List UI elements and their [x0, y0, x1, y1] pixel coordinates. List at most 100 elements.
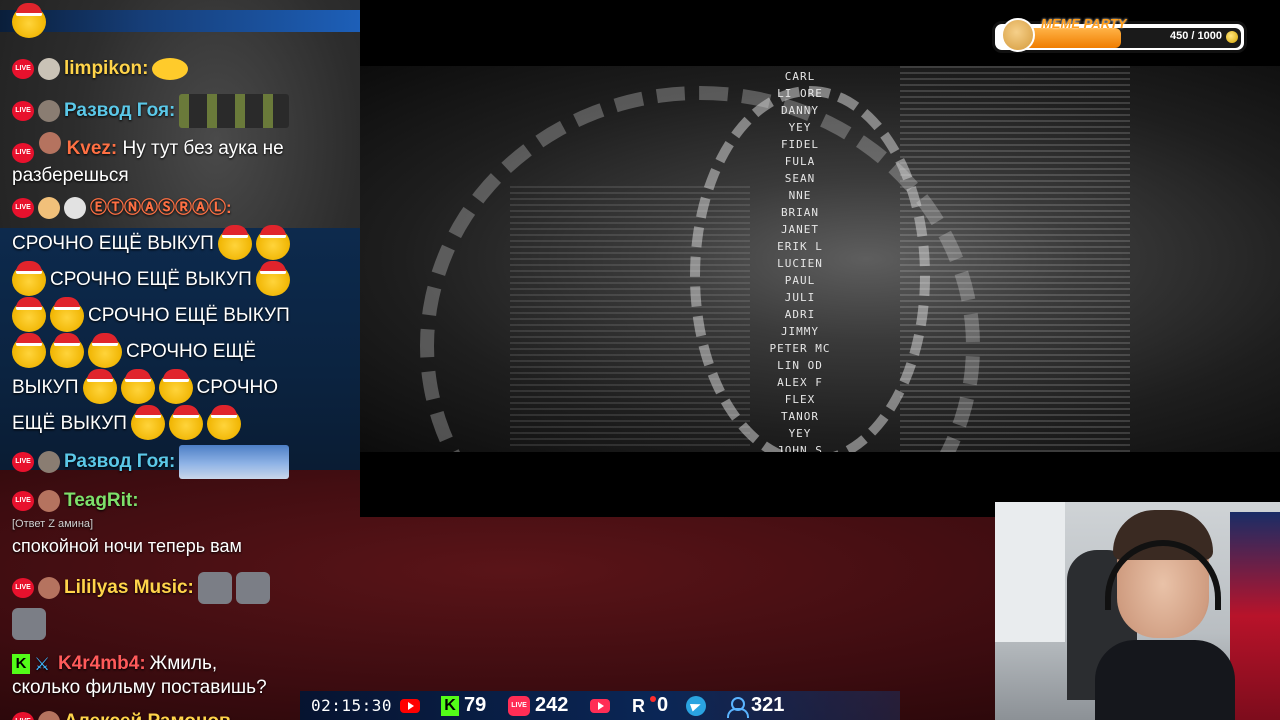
credit-line: PAUL: [784, 274, 816, 287]
laugh-emote: [152, 58, 189, 80]
rat-emote: [235, 572, 270, 604]
credit-line: LIN OD: [777, 359, 823, 372]
chat-username[interactable]: TeagRit:: [64, 483, 139, 519]
live-badge-icon: LIVE: [12, 143, 34, 163]
image-emote: [179, 445, 290, 479]
avatar: [38, 58, 60, 80]
credit-line: CARL: [784, 70, 816, 83]
streamer: [1095, 510, 1235, 720]
chat-message: LIVE ⒺⓉⓃⒶⓈⓇⒶⓁ: СРОЧНО ЕЩЁ ВЫКУП СРОЧНО Е…: [12, 190, 352, 442]
meme-party-title: MEME PARTY: [1041, 16, 1127, 31]
sword-icon: ⚔: [34, 654, 51, 674]
santa-emote: [120, 369, 155, 404]
credit-line: ALEX F: [777, 376, 823, 389]
streamer-body: [1095, 640, 1235, 720]
chat-feed[interactable]: LIVE limpikon: LIVE Развод Гоя: LIVE Kve…: [0, 0, 360, 720]
avatar: [38, 451, 60, 473]
avatar: [38, 100, 60, 122]
credit-line: YEY: [788, 427, 812, 440]
credit-line: JANET: [780, 223, 820, 236]
doge-icon: [1001, 18, 1035, 52]
chat-username[interactable]: ⒺⓉⓃⒶⓈⓇⒶⓁ:: [90, 190, 232, 226]
stream-stats-bar: 02:15:30 K 79 LIVE 242 R 0 321: [300, 691, 900, 720]
chat-text: СРОЧНО: [196, 377, 279, 398]
santa-emote: [12, 297, 46, 332]
youtube-icon: [400, 698, 420, 713]
santa-emote: [255, 225, 290, 260]
meme-party-progress-text: 450 / 1000: [1170, 30, 1222, 42]
credit-line: FIDEL: [780, 138, 820, 151]
rutube-play-stat: [590, 691, 610, 720]
chat-username[interactable]: Алексей Рамонов: [64, 704, 231, 720]
video-player[interactable]: CARL LI ORE DANNY YEY FIDEL FULA SEAN NNE BRIAN J…: [360, 0, 1280, 517]
santa-emote: [206, 405, 241, 440]
avatar: [38, 490, 60, 512]
santa-emote: [82, 369, 117, 404]
viewers-icon: [726, 696, 749, 718]
vk-live-icon: LIVE: [508, 695, 530, 716]
total-viewers-stat: 321: [726, 691, 784, 720]
credit-line: LUCIEN: [777, 257, 823, 270]
credit-line: NNE: [788, 189, 812, 202]
credit-line: TANOR: [780, 410, 820, 423]
santa-emote: [158, 369, 193, 404]
rutube-viewers: 0: [657, 694, 669, 716]
chat-message-partial: [12, 3, 352, 40]
rat-emote: [197, 572, 232, 604]
live-badge-icon: LIVE: [12, 712, 34, 720]
credits-column: CARL LI ORE DANNY YEY FIDEL FULA SEAN NNE BRIAN J…: [740, 66, 860, 452]
santa-emote: [12, 3, 46, 38]
chat-message: LIVE Kvez: Ну тут без аука не разберешьс…: [12, 132, 352, 189]
total-viewers: 321: [751, 694, 785, 716]
chat-username[interactable]: Kvez:: [67, 138, 118, 159]
avatar: [38, 577, 60, 599]
avatar: [38, 711, 60, 720]
cam-window: [995, 502, 1065, 642]
telegram-icon: [686, 695, 706, 716]
cam-flag: [1230, 512, 1280, 720]
santa-emote: [255, 261, 290, 296]
chat-text: СРОЧНО ЕЩЁ: [126, 341, 256, 362]
credit-line: JULI: [784, 291, 816, 304]
santa-emote: [217, 225, 252, 260]
live-badge-icon: LIVE: [12, 452, 34, 472]
credit-line: ERIK L: [777, 240, 823, 253]
live-badge-icon: LIVE: [12, 198, 34, 218]
meme-progress-fill: [1023, 28, 1121, 48]
santa-emote: [50, 297, 84, 332]
chat-text: ЕЩЁ ВЫКУП: [12, 413, 127, 434]
avatar: [39, 132, 62, 154]
vk-live-viewers: 242: [535, 694, 569, 716]
telegram-stat: [686, 691, 706, 720]
rutube-icon: R: [632, 695, 656, 716]
chat-message: LIVE limpikon:: [12, 51, 352, 87]
play-icon: [590, 698, 610, 713]
credit-line: JIMMY: [780, 325, 820, 338]
credit-line: FLEX: [784, 393, 816, 406]
credit-line: ADRI: [784, 308, 816, 321]
live-badge-icon: LIVE: [12, 101, 34, 121]
chat-username[interactable]: limpikon:: [64, 51, 148, 87]
live-badge-icon: LIVE: [12, 59, 34, 79]
credit-line: YEY: [788, 121, 812, 134]
live-badge-icon: LIVE: [12, 578, 34, 598]
santa-emote: [130, 405, 165, 440]
live-badge-icon: LIVE: [12, 491, 34, 511]
youtube-stat: [400, 691, 420, 720]
chat-username[interactable]: Развод Гоя:: [64, 93, 175, 129]
chat-text: СРОЧНО ЕЩЁ ВЫКУП: [50, 269, 252, 290]
vklive-stat: LIVE 242: [508, 691, 568, 720]
santa-emote: [50, 333, 84, 368]
santa-emote: [12, 261, 46, 296]
santa-emote: [12, 333, 46, 368]
credit-scanlines-left: [510, 186, 750, 446]
chat-username[interactable]: Развод Гоя:: [64, 444, 175, 480]
chat-text: сколько фильму поставишь?: [12, 677, 267, 698]
chat-text: спокойной ночи теперь вам: [12, 536, 242, 556]
chat-message: LIVE Lililyas Music:: [12, 570, 352, 642]
credit-line: LI ORE: [777, 87, 823, 100]
credit-line: DANNY: [780, 104, 820, 117]
credit-line: SEAN: [784, 172, 816, 185]
chat-message: LIVE Развод Гоя:: [12, 93, 352, 129]
chat-username[interactable]: Lililyas Music:: [64, 570, 194, 606]
